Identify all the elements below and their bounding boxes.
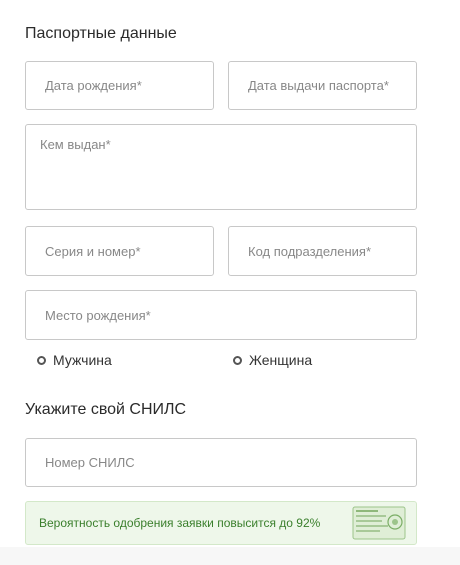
division-code-field[interactable]: Код подразделения* (228, 226, 417, 276)
gender-female-label: Женщина (249, 352, 313, 368)
gender-male-radio[interactable]: Мужчина (37, 352, 112, 368)
passport-issue-date-field[interactable]: Дата выдачи паспорта* (228, 61, 417, 110)
gender-male-label: Мужчина (53, 352, 112, 368)
page-bottom-strip (0, 547, 460, 565)
approval-promo-text: Вероятность одобрения заявки повысится д… (39, 516, 321, 530)
snils-number-field[interactable]: Номер СНИЛС (25, 438, 417, 487)
radio-circle-icon (233, 355, 242, 365)
issued-by-placeholder: Кем выдан* (40, 137, 111, 152)
birth-place-field[interactable]: Место рождения* (25, 290, 417, 340)
radio-circle-icon (37, 355, 46, 365)
passport-issue-date-placeholder: Дата выдачи паспорта* (248, 78, 389, 93)
passport-section-title: Паспортные данные (25, 25, 177, 42)
snils-card-image (352, 506, 406, 540)
gender-female-radio[interactable]: Женщина (233, 352, 312, 368)
birth-date-placeholder: Дата рождения* (45, 78, 142, 93)
series-number-field[interactable]: Серия и номер* (25, 226, 214, 276)
birth-place-placeholder: Место рождения* (45, 307, 151, 323)
approval-promo-banner: Вероятность одобрения заявки повысится д… (25, 501, 417, 545)
snils-number-placeholder: Номер СНИЛС (45, 455, 135, 470)
snils-section-title: Укажите свой СНИЛС (25, 401, 187, 418)
birth-date-field[interactable]: Дата рождения* (25, 61, 214, 110)
issued-by-textarea[interactable]: Кем выдан* (25, 124, 417, 210)
division-code-placeholder: Код подразделения* (248, 243, 372, 259)
series-number-placeholder: Серия и номер* (45, 243, 141, 259)
